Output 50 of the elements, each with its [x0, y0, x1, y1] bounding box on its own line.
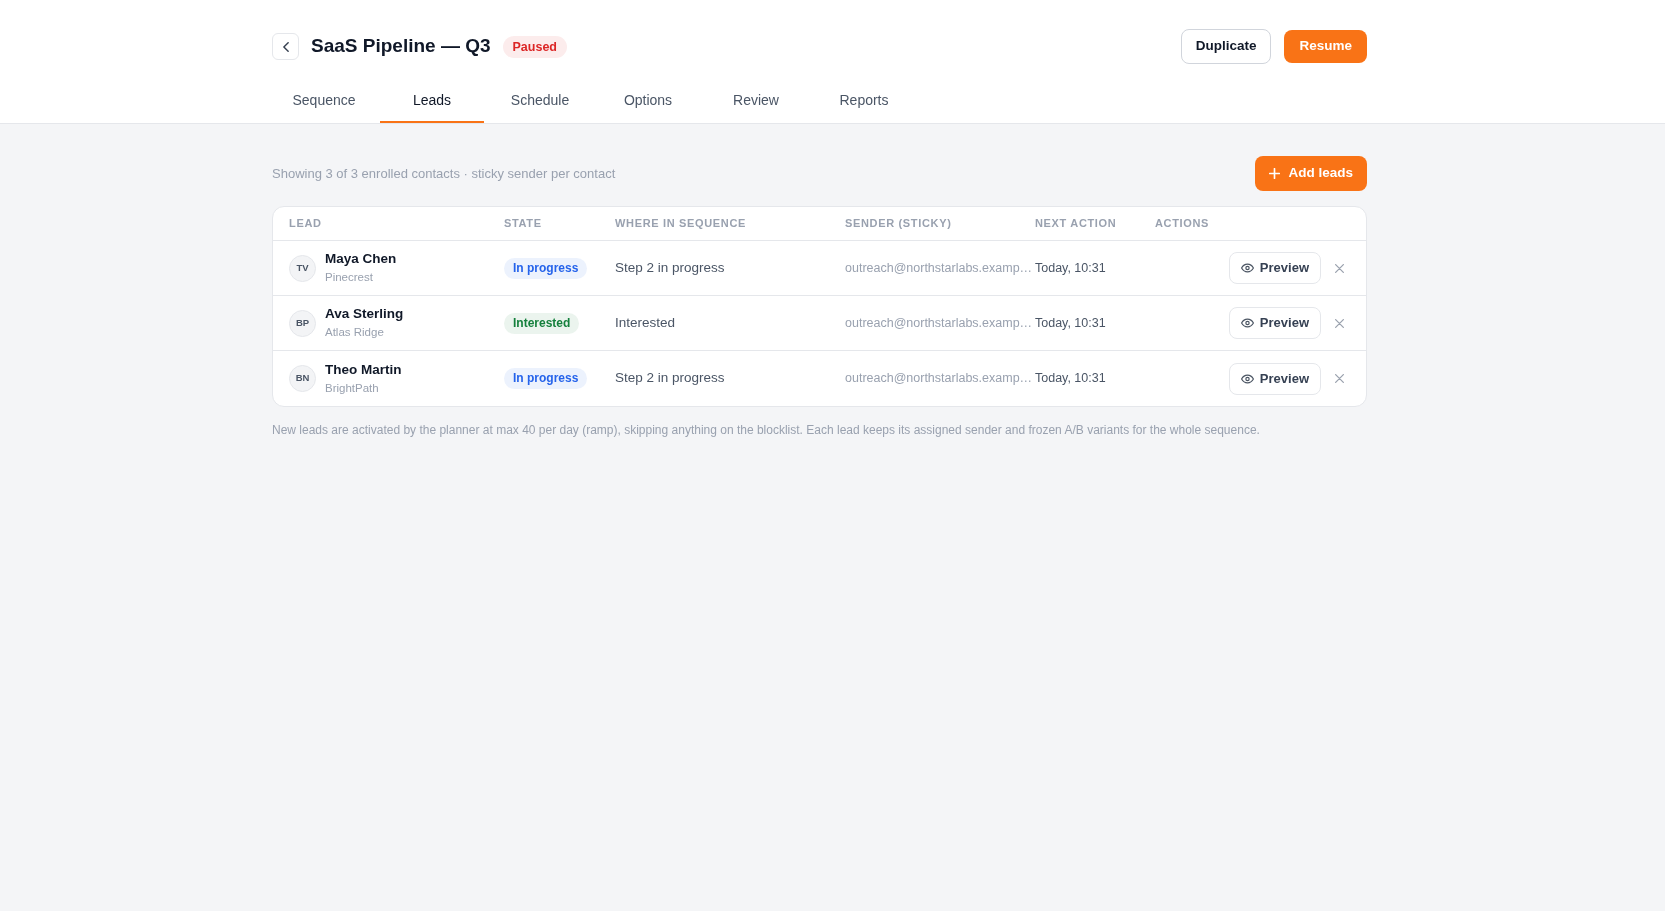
- close-icon[interactable]: [1335, 263, 1344, 273]
- chevron-left-icon: [282, 41, 289, 52]
- tab[interactable]: Schedule: [488, 80, 592, 123]
- tab[interactable]: Review: [704, 80, 808, 123]
- state-badge: Interested: [504, 312, 580, 334]
- summary-text: Showing 3 of 3 enrolled contacts · sticky sender per contact: [272, 164, 616, 183]
- state-badge: In progress: [504, 257, 588, 279]
- sender-email: outreach@northstarlabs.examp…: [845, 370, 1034, 388]
- column-header: STATE: [504, 216, 543, 232]
- column-header: ACTIONS: [1155, 216, 1211, 232]
- tab[interactable]: Reports: [812, 80, 916, 123]
- status-badge: Paused: [502, 35, 567, 58]
- footnote-text: New leads are activated by the planner at max 40 per day (ramp), skipping anything on the blocklist. Each lead keeps its assigned sender and frozen A/B variants for the whole sequence.: [272, 422, 1261, 439]
- sequence-step: Step 2 in progress: [615, 257, 845, 279]
- company-name: Pinecrest: [325, 270, 374, 285]
- plus-icon: [1269, 168, 1281, 179]
- close-icon[interactable]: [1335, 374, 1344, 383]
- avatar: TV: [289, 254, 316, 282]
- tab[interactable]: Options: [596, 80, 700, 123]
- column-header: WHERE IN SEQUENCE: [615, 216, 747, 232]
- preview-button[interactable]: Preview: [1228, 362, 1321, 395]
- next-action-time: Today, 10:31: [1035, 259, 1107, 277]
- lead-name: Maya Chen: [325, 251, 397, 269]
- sender-email: outreach@northstarlabs.examp…: [845, 259, 1034, 277]
- next-action-time: Today, 10:31: [1035, 370, 1107, 388]
- sequence-step: Step 2 in progress: [615, 368, 845, 389]
- tab[interactable]: Sequence: [272, 80, 376, 123]
- lead-name: Ava Sterling: [325, 306, 404, 324]
- sequence-step: Interested: [615, 312, 845, 334]
- lead-name: Theo Martin: [325, 361, 402, 379]
- duplicate-button[interactable]: Duplicate: [1180, 29, 1272, 64]
- tab[interactable]: Leads: [380, 80, 484, 123]
- column-header: SENDER (STICKY): [845, 216, 953, 232]
- eye-icon: [1240, 263, 1254, 273]
- preview-button[interactable]: Preview: [1228, 307, 1321, 339]
- column-header: LEAD: [289, 216, 323, 232]
- company-name: BrightPath: [325, 380, 380, 396]
- page-title: SaaS Pipeline — Q3: [311, 34, 491, 59]
- sender-email: outreach@northstarlabs.examp…: [845, 314, 1034, 332]
- back-button[interactable]: [272, 33, 299, 60]
- company-name: Atlas Ridge: [325, 325, 385, 340]
- avatar: BP: [289, 309, 316, 337]
- avatar: BN: [289, 365, 316, 392]
- state-badge: In progress: [504, 368, 588, 389]
- close-icon[interactable]: [1335, 318, 1344, 328]
- eye-icon: [1240, 373, 1254, 384]
- column-header: NEXT ACTION: [1035, 216, 1118, 232]
- preview-button[interactable]: Preview: [1228, 252, 1321, 284]
- eye-icon: [1240, 318, 1254, 328]
- next-action-time: Today, 10:31: [1035, 314, 1107, 332]
